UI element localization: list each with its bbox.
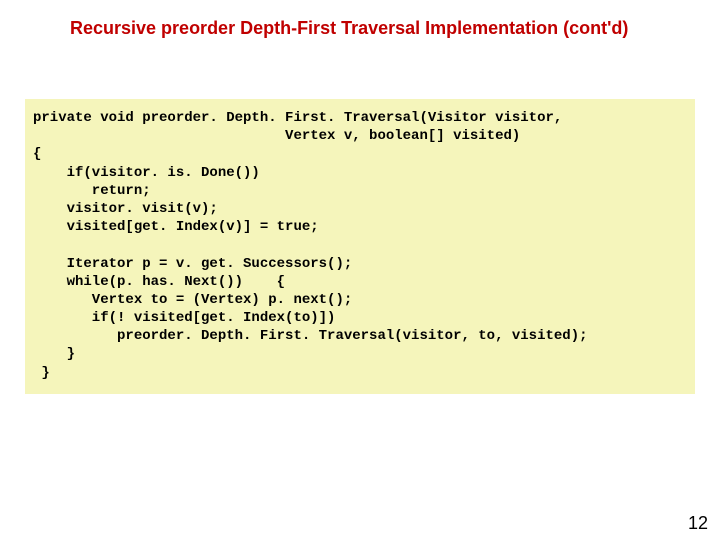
page-number: 12 xyxy=(688,513,708,534)
code-block: private void preorder. Depth. First. Tra… xyxy=(25,99,695,394)
slide-title: Recursive preorder Depth-First Traversal… xyxy=(0,0,720,39)
